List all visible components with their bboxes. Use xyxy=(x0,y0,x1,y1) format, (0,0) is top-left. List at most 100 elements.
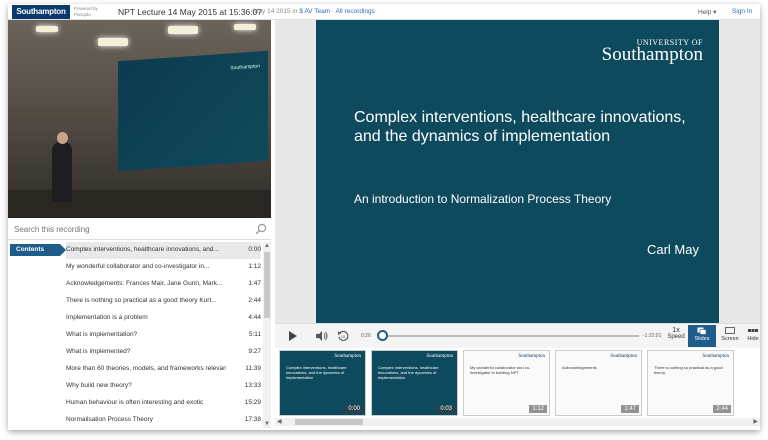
list-item-time: 4:44 xyxy=(248,314,261,321)
slide-thumbnail[interactable]: Southampton Complex interventions, healt… xyxy=(371,350,458,416)
scroll-down-arrow-icon[interactable]: ▼ xyxy=(263,420,271,428)
sign-in-link[interactable]: Sign In xyxy=(732,8,752,15)
list-item-label: My wonderful collaborator and co-investi… xyxy=(66,263,210,270)
thumbnail-logo: Southampton xyxy=(702,354,729,359)
list-item[interactable]: Acknowledgements: Frances Mair, Jane Gun… xyxy=(66,276,261,293)
hide-icon xyxy=(748,329,758,332)
list-item-label: Human behaviour is often interesting and… xyxy=(66,399,204,406)
screen-button[interactable]: Screen xyxy=(716,325,744,347)
screen-icon xyxy=(725,327,735,334)
list-item-time: 17:38 xyxy=(244,416,261,423)
powered-by-label: Powered by Panopto xyxy=(74,6,98,17)
remaining-time: -1:22:01 xyxy=(643,333,662,339)
ceiling-light xyxy=(234,24,256,30)
list-item-label: Implementation is a problem xyxy=(66,314,148,321)
contents-tab[interactable]: Contents xyxy=(10,244,66,256)
header-bar: Southampton Powered by Panopto NPT Lectu… xyxy=(8,4,760,20)
thumbnail-title: Complex interventions, healthcare innova… xyxy=(286,365,347,380)
thumbnail-title: There is nothing so practical as a good … xyxy=(654,365,723,375)
thumbnail-title: My wonderful collaborator and co-investi… xyxy=(470,365,531,375)
all-recordings-link[interactable]: All recordings xyxy=(336,8,375,15)
scroll-up-arrow-icon[interactable]: ▲ xyxy=(263,242,271,250)
list-item-time: 5:11 xyxy=(248,331,261,338)
list-item-label: What is implemented? xyxy=(66,348,131,355)
speed-button[interactable]: 1x Speed xyxy=(664,327,688,340)
list-item[interactable]: What is implemented? 9:27 xyxy=(66,344,261,361)
list-item[interactable]: What is implementation? 5:11 xyxy=(66,327,261,344)
rewind-icon[interactable]: 10 xyxy=(337,330,349,342)
contents-scrollbar[interactable]: ▲ ▼ xyxy=(263,242,271,428)
recording-meta: May 14 2015 in $ AV Team · All recording… xyxy=(253,8,375,15)
thumbnail-logo: Southampton xyxy=(518,354,545,359)
scrollbar-thumb[interactable] xyxy=(295,419,363,425)
folder-link[interactable]: $ AV Team xyxy=(299,8,330,15)
recording-date: May 14 2015 in xyxy=(253,8,298,15)
speed-label: Speed xyxy=(667,334,685,340)
thumbnail-logo: Southampton xyxy=(610,354,637,359)
list-item[interactable]: Human behaviour is often interesting and… xyxy=(66,395,261,412)
presenter-video[interactable]: Southampton xyxy=(8,20,271,218)
list-item[interactable]: Implementation is a problem 4:44 xyxy=(66,310,261,327)
search-bar xyxy=(8,218,271,240)
contents-list: Complex interventions, healthcare innova… xyxy=(66,242,261,428)
list-item-label: What is implementation? xyxy=(66,331,138,338)
list-item-label: Why build new theory? xyxy=(66,382,132,389)
slide-subtitle: An introduction to Normalization Process… xyxy=(354,192,612,206)
slide-thumbnail[interactable]: Southampton My wonderful collaborator an… xyxy=(463,350,550,416)
hide-label: Hide xyxy=(747,336,759,342)
presenter-figure xyxy=(52,142,72,202)
list-item-time: 1:12 xyxy=(248,263,261,270)
hide-button[interactable]: Hide xyxy=(743,325,760,347)
seek-bar[interactable] xyxy=(381,335,639,337)
thumbnail-time: 1:47 xyxy=(621,405,639,413)
list-item-time: 0:00 xyxy=(248,246,261,253)
ceiling-light xyxy=(98,38,128,46)
search-icon[interactable] xyxy=(255,223,267,235)
thumbnail-time: 1:12 xyxy=(529,405,547,413)
scroll-right-arrow-icon[interactable]: ▶ xyxy=(753,418,758,426)
thumbnail-logo: Southampton xyxy=(334,354,361,359)
lectern-desk xyxy=(8,190,271,218)
scrollbar-thumb[interactable] xyxy=(264,252,270,318)
list-item[interactable]: My wonderful collaborator and co-investi… xyxy=(66,259,261,276)
list-item[interactable]: Normalisation Process Theory 17:38 xyxy=(66,412,261,429)
ceiling-light xyxy=(168,26,198,34)
elapsed-time: 0:26 xyxy=(361,333,371,339)
slide-university-name: Southampton xyxy=(601,44,703,65)
slides-icon xyxy=(697,327,707,335)
list-item-label: More than 60 theories, models, and frame… xyxy=(66,365,226,372)
list-item[interactable]: Why build new theory? 13:33 xyxy=(66,378,261,395)
help-menu[interactable]: Help ▾ xyxy=(698,8,716,16)
slides-button[interactable]: Slides xyxy=(688,325,716,347)
app-window: Southampton Powered by Panopto NPT Lectu… xyxy=(8,4,760,430)
list-item[interactable]: More than 60 theories, models, and frame… xyxy=(66,361,261,378)
scroll-left-arrow-icon[interactable]: ◀ xyxy=(277,418,282,426)
play-icon[interactable] xyxy=(289,331,297,341)
recording-title: NPT Lecture 14 May 2015 at 15:36:07 xyxy=(118,7,262,17)
list-item[interactable]: There is nothing so practical as a good … xyxy=(66,293,261,310)
thumbnail-time: 0:03 xyxy=(437,405,455,413)
university-logo[interactable]: Southampton xyxy=(12,5,70,19)
list-item[interactable]: Complex interventions, healthcare innova… xyxy=(66,242,261,259)
speed-value: 1x xyxy=(672,327,680,334)
presenter-head xyxy=(57,132,68,144)
list-item-time: 1:47 xyxy=(248,280,261,287)
slide-thumbnail[interactable]: Southampton There is nothing so practica… xyxy=(647,350,734,416)
list-item-label: Complex interventions, healthcare innova… xyxy=(66,246,219,253)
slide-stage: UNIVERSITY OF Southampton Complex interv… xyxy=(275,20,760,323)
volume-icon[interactable] xyxy=(315,330,329,342)
screen-label: Screen xyxy=(721,336,739,342)
seek-handle[interactable] xyxy=(376,330,388,341)
list-item-time: 9:27 xyxy=(248,348,261,355)
slide-thumbnail[interactable]: Southampton Complex interventions, healt… xyxy=(279,350,366,416)
slide-thumbnail[interactable]: Southampton Acknowledgements 1:47 xyxy=(555,350,642,416)
projected-logo: Southampton xyxy=(230,63,260,72)
thumbnail-time: 0:00 xyxy=(345,405,363,413)
search-input[interactable] xyxy=(14,222,244,236)
svg-text:10: 10 xyxy=(341,334,346,339)
thumbnail-scrollbar[interactable]: ◀ ▶ xyxy=(275,418,760,426)
current-slide[interactable]: UNIVERSITY OF Southampton Complex interv… xyxy=(316,20,719,323)
list-item-label: There is nothing so practical as a good … xyxy=(66,297,217,304)
ceiling-light xyxy=(36,26,58,32)
thumbnail-title: Complex interventions, healthcare innova… xyxy=(378,365,439,380)
